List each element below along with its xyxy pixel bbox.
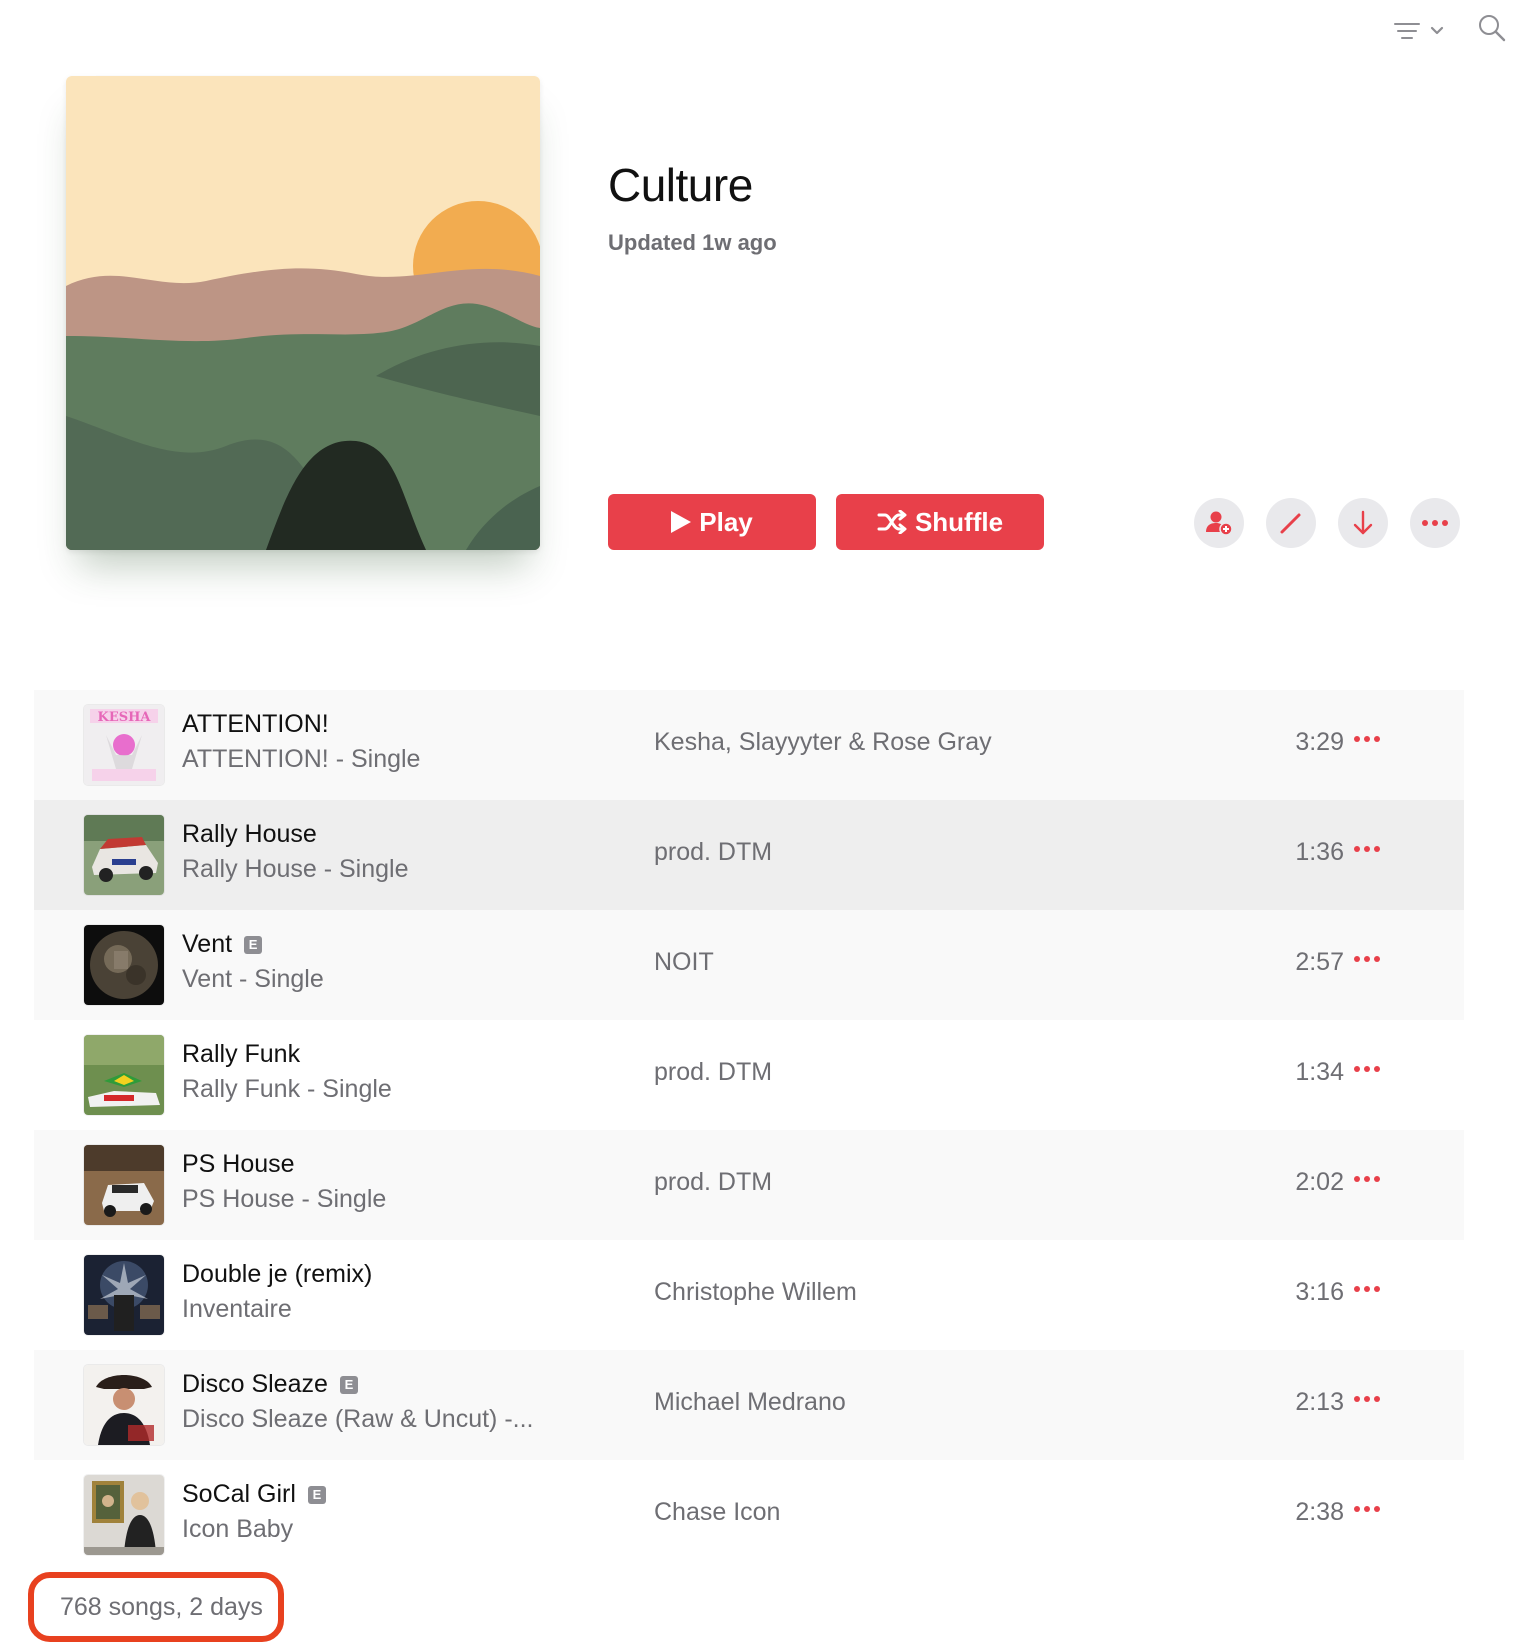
track-more-button[interactable]	[1350, 732, 1384, 746]
track-album[interactable]: Disco Sleaze (Raw & Uncut) -...	[182, 1405, 572, 1434]
playlist-updated: Updated 1w ago	[608, 230, 777, 255]
track-album[interactable]: Rally House - Single	[182, 855, 572, 884]
track-album[interactable]: Rally Funk - Single	[182, 1075, 572, 1104]
explicit-badge: E	[307, 1485, 326, 1504]
track-album[interactable]: PS House - Single	[182, 1185, 572, 1214]
track-artwork	[84, 925, 164, 1005]
track-artist[interactable]: prod. DTM	[654, 1058, 772, 1087]
track-title: Disco Sleaze	[182, 1370, 328, 1398]
track-row[interactable]: Disco Sleaze E Disco Sleaze (Raw & Uncut…	[34, 1350, 1464, 1460]
track-album[interactable]: ATTENTION! - Single	[182, 745, 572, 774]
shuffle-icon	[877, 510, 907, 534]
list-sort-icon	[1394, 22, 1420, 39]
track-duration: 3:29	[1295, 728, 1344, 756]
add-collaborator-icon	[1206, 511, 1233, 536]
track-title: PS House	[182, 1150, 295, 1178]
track-duration: 2:57	[1295, 948, 1344, 976]
track-title: ATTENTION!	[182, 710, 329, 738]
top-toolbar	[1394, 14, 1506, 47]
track-artwork	[84, 1255, 164, 1335]
track-artwork	[84, 815, 164, 895]
track-row[interactable]: KESHA ATTENTION! ATTENTION! - Single Kes…	[34, 690, 1464, 800]
track-title: SoCal Girl	[182, 1480, 296, 1508]
track-more-button[interactable]	[1350, 1282, 1384, 1296]
track-art-text: KESHA	[98, 710, 152, 725]
shuffle-button[interactable]: Shuffle	[836, 494, 1044, 550]
play-icon	[671, 511, 692, 533]
track-artist[interactable]: Michael Medrano	[654, 1388, 846, 1417]
explicit-badge: E	[244, 935, 263, 954]
track-artist[interactable]: Christophe Willem	[654, 1278, 857, 1307]
track-duration: 2:02	[1295, 1168, 1344, 1196]
track-title: Vent	[182, 930, 233, 958]
explicit-badge: E	[339, 1375, 358, 1394]
track-row[interactable]: Rally Funk Rally Funk - Single prod. DTM…	[34, 1020, 1464, 1130]
track-album[interactable]: Inventaire	[182, 1295, 572, 1324]
track-title: Rally Funk	[182, 1040, 301, 1068]
track-duration: 2:13	[1295, 1388, 1344, 1416]
track-duration: 1:36	[1295, 838, 1344, 866]
track-duration: 3:16	[1295, 1278, 1344, 1306]
download-button[interactable]	[1338, 498, 1388, 548]
track-title: Rally House	[182, 820, 317, 848]
track-more-button[interactable]	[1350, 1502, 1384, 1516]
track-album[interactable]: Vent - Single	[182, 965, 572, 994]
track-artwork	[84, 1365, 164, 1445]
search-button[interactable]	[1478, 14, 1506, 47]
track-row[interactable]: SoCal Girl E Icon Baby Chase Icon 2:38	[34, 1460, 1464, 1570]
track-more-button[interactable]	[1350, 1172, 1384, 1186]
track-artist[interactable]: prod. DTM	[654, 838, 772, 867]
sort-button[interactable]	[1394, 22, 1444, 40]
more-button[interactable]	[1410, 498, 1460, 548]
track-artist[interactable]: Kesha, Slayyyter & Rose Gray	[654, 728, 992, 757]
more-icon	[1422, 520, 1448, 526]
edit-button[interactable]	[1266, 498, 1316, 548]
play-button[interactable]: Play	[608, 494, 816, 550]
track-artwork	[84, 1475, 164, 1555]
track-artwork	[84, 1145, 164, 1225]
shuffle-label: Shuffle	[914, 506, 1004, 537]
track-album[interactable]: Icon Baby	[182, 1515, 572, 1544]
track-row[interactable]: Vent E Vent - Single NOIT 2:57	[34, 910, 1464, 1020]
download-icon	[1353, 510, 1373, 535]
search-icon	[1479, 15, 1506, 42]
track-more-button[interactable]	[1350, 1062, 1384, 1076]
track-artwork	[84, 1035, 164, 1115]
track-more-button[interactable]	[1350, 842, 1384, 856]
playlist-artwork	[66, 76, 540, 550]
track-row[interactable]: Rally House Rally House - Single prod. D…	[34, 800, 1464, 910]
track-artist[interactable]: NOIT	[654, 948, 714, 977]
play-label: Play	[699, 506, 753, 537]
track-duration: 2:38	[1295, 1498, 1344, 1526]
track-artwork: KESHA	[84, 705, 164, 785]
chevron-down-icon	[1430, 26, 1444, 34]
track-row[interactable]: Double je (remix) Inventaire Christophe …	[34, 1240, 1464, 1350]
track-more-button[interactable]	[1350, 1392, 1384, 1406]
track-more-button[interactable]	[1350, 952, 1384, 966]
track-list: KESHA ATTENTION! ATTENTION! - Single Kes…	[34, 690, 1464, 1570]
track-title: Double je (remix)	[182, 1260, 373, 1288]
track-row[interactable]: PS House PS House - Single prod. DTM 2:0…	[34, 1130, 1464, 1240]
track-artist[interactable]: Chase Icon	[654, 1498, 780, 1527]
track-artist[interactable]: prod. DTM	[654, 1168, 772, 1197]
playlist-title: Culture	[608, 159, 753, 211]
playlist-summary: 768 songs, 2 days	[28, 1572, 284, 1642]
track-duration: 1:34	[1295, 1058, 1344, 1086]
pencil-icon	[1280, 513, 1301, 534]
add-collaborator-button[interactable]	[1194, 498, 1244, 548]
